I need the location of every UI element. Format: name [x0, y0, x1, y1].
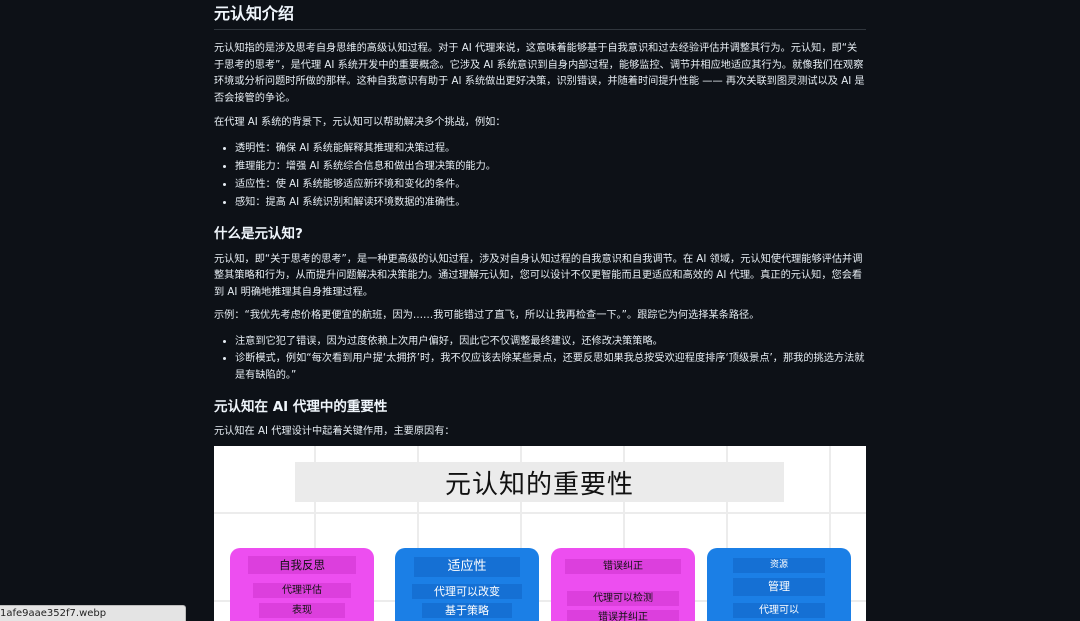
card-line: 错误并纠正 — [567, 610, 679, 621]
card-line: 表现 — [259, 603, 345, 618]
metacognition-figure: 元认知的重要性 自我反思 代理评估 表现 适应性 代理可以改变 基于策略 错误纠… — [214, 446, 866, 621]
figure-title-bar: 元认知的重要性 — [295, 462, 784, 502]
article-body: 元认知介绍 元认知指的是涉及思考自身思维的高级认知过程。对于 AI 代理来说，这… — [214, 0, 866, 440]
heading-what: 什么是元认知? — [214, 225, 303, 242]
card-self-reflection: 自我反思 代理评估 表现 — [230, 548, 374, 621]
card-line: 代理可以 — [733, 603, 825, 618]
heading-intro: 元认知介绍 — [214, 0, 866, 30]
list-item: 适应性：使 AI 系统能够适应新环境和变化的条件。 — [235, 176, 866, 194]
card-title: 自我反思 — [248, 556, 356, 574]
card-adaptability: 适应性 代理可以改变 基于策略 — [395, 548, 539, 621]
paragraph-intro: 元认知指的是涉及思考自身思维的高级认知过程。对于 AI 代理来说，这意味着能够基… — [214, 43, 865, 104]
challenges-list: 透明性：确保 AI 系统能解释其推理和决策过程。 推理能力：增强 AI 系统综合… — [214, 140, 866, 213]
card-title: 错误纠正 — [565, 559, 681, 574]
card-line: 代理可以检测 — [567, 591, 679, 606]
paragraph-what: 元认知，即“关于思考的思考”，是一种更高级的认知过程，涉及对自身认知过程的自我意… — [214, 253, 863, 298]
figure-title: 元认知的重要性 — [444, 469, 634, 500]
paragraph-example: 示例：“我优先考虑价格更便宜的航班，因为……我可能错过了直飞，所以让我再检查一下… — [214, 310, 760, 322]
heading-importance: 元认知在 AI 代理中的重要性 — [214, 398, 388, 415]
examples-list: 注意到它犯了错误，因为过度依赖上次用户偏好，因此它不仅调整最终建议，还修改决策策… — [214, 333, 866, 384]
list-item: 注意到它犯了错误，因为过度依赖上次用户偏好，因此它不仅调整最终建议，还修改决策策… — [235, 333, 866, 350]
list-item: 透明性：确保 AI 系统能解释其推理和决策过程。 — [235, 140, 866, 158]
list-item: 诊断模式，例如“每次看到用户提‘太拥挤’时，我不仅应该去除某些景点，还要反思如果… — [235, 350, 866, 384]
card-line: 管理 — [733, 578, 825, 596]
status-bar-url: 1afe9aae352f7.webp — [0, 605, 186, 621]
paragraph-importance: 元认知在 AI 代理设计中起着关键作用，主要原因有： — [214, 425, 455, 437]
list-item: 推理能力：增强 AI 系统综合信息和做出合理决策的能力。 — [235, 158, 866, 176]
card-title: 适应性 — [414, 557, 520, 577]
grid-line — [214, 512, 866, 514]
card-title: 资源 — [733, 558, 825, 573]
list-item: 感知：提高 AI 系统识别和解读环境数据的准确性。 — [235, 194, 866, 212]
page: 元认知介绍 元认知指的是涉及思考自身思维的高级认知过程。对于 AI 代理来说，这… — [0, 0, 1080, 621]
card-resource-management: 资源 管理 代理可以 — [707, 548, 851, 621]
card-line: 代理评估 — [253, 583, 351, 598]
card-line: 代理可以改变 — [412, 584, 522, 599]
card-line: 基于策略 — [422, 603, 512, 618]
paragraph-context: 在代理 AI 系统的背景下，元认知可以帮助解决多个挑战，例如： — [214, 117, 506, 128]
card-error-correction: 错误纠正 代理可以检测 错误并纠正 — [551, 548, 695, 621]
